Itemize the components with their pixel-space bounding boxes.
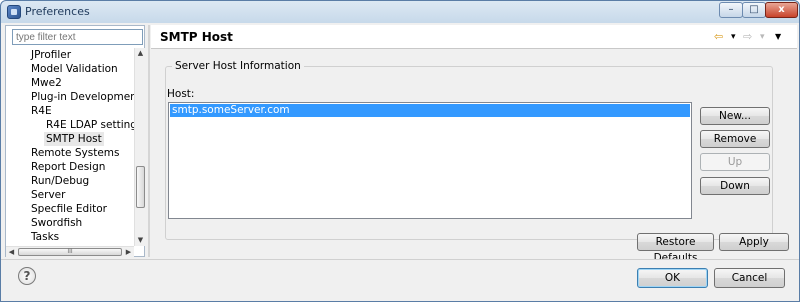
filter-input[interactable]: [12, 29, 143, 45]
tree-item-plugin-development[interactable]: Plug-in Development: [31, 90, 134, 104]
scroll-right-arrow-icon[interactable]: ▶: [123, 247, 134, 257]
cancel-button[interactable]: Cancel: [714, 268, 785, 288]
tree-item-jprofiler[interactable]: JProfiler: [31, 48, 71, 62]
dialog-footer: ? OK Cancel: [1, 259, 799, 301]
tree-horizontal-scrollbar[interactable]: ◀ III ▶: [6, 246, 134, 257]
new-button[interactable]: New...: [700, 107, 770, 125]
tree-item-remote-systems[interactable]: Remote Systems: [31, 146, 119, 160]
close-button[interactable]: x: [765, 2, 798, 18]
page-header: SMTP Host ⇦ ▾ ⇨ ▾ ▼: [151, 25, 797, 49]
scroll-left-arrow-icon[interactable]: ◀: [6, 247, 17, 257]
forward-dropdown-icon[interactable]: ▾: [760, 31, 765, 43]
scroll-up-arrow-icon[interactable]: ▲: [135, 48, 146, 59]
back-dropdown-icon[interactable]: ▾: [731, 31, 736, 43]
tree-item-server[interactable]: Server: [31, 188, 65, 202]
maximize-button[interactable]: □: [742, 2, 766, 18]
title-bar[interactable]: Preferences – □ x: [1, 1, 799, 23]
host-label: Host:: [167, 88, 195, 100]
vertical-scroll-thumb[interactable]: [136, 166, 145, 208]
tree-item-model-validation[interactable]: Model Validation: [31, 62, 118, 76]
pane-divider[interactable]: [148, 25, 150, 257]
tree-item-smtp-host[interactable]: SMTP Host: [44, 132, 104, 146]
tree-item-tasks[interactable]: Tasks: [31, 230, 59, 244]
host-list-item[interactable]: smtp.someServer.com: [170, 104, 690, 117]
host-list[interactable]: smtp.someServer.com: [168, 102, 692, 219]
tree-vertical-scrollbar[interactable]: ▲ ▼: [134, 48, 145, 246]
preferences-tree: JProfiler Model Validation Mwe2 Plug-in …: [6, 48, 134, 246]
horizontal-scroll-thumb[interactable]: III: [18, 248, 122, 256]
down-button[interactable]: Down: [700, 177, 770, 195]
minimize-button[interactable]: –: [719, 2, 743, 18]
tree-item-run-debug[interactable]: Run/Debug: [31, 174, 89, 188]
tree-item-report-design[interactable]: Report Design: [31, 160, 105, 174]
apply-button[interactable]: Apply: [719, 233, 789, 251]
tree-item-r4e[interactable]: R4E: [31, 104, 52, 118]
tree-item-swordfish[interactable]: Swordfish: [31, 216, 82, 230]
restore-defaults-button[interactable]: Restore Defaults: [637, 233, 714, 264]
tree-item-specfile-editor[interactable]: Specfile Editor: [31, 202, 107, 216]
help-icon[interactable]: ?: [18, 267, 36, 285]
tree-item-r4e-ldap-settings[interactable]: R4E LDAP settings: [46, 118, 134, 132]
back-arrow-icon[interactable]: ⇦: [714, 31, 723, 43]
app-icon: [7, 5, 21, 19]
ok-button[interactable]: OK: [637, 268, 708, 288]
forward-arrow-icon[interactable]: ⇨: [743, 31, 752, 43]
group-label: Server Host Information: [172, 60, 304, 72]
window-title: Preferences: [25, 5, 90, 18]
preference-page: SMTP Host ⇦ ▾ ⇨ ▾ ▼ Server Host Informat…: [151, 25, 797, 264]
view-menu-icon[interactable]: ▼: [775, 31, 781, 43]
remove-button[interactable]: Remove: [700, 130, 770, 148]
preferences-tree-pane: JProfiler Model Validation Mwe2 Plug-in …: [5, 25, 145, 257]
scroll-down-arrow-icon[interactable]: ▼: [135, 235, 146, 246]
up-button[interactable]: Up: [700, 153, 770, 171]
page-title: SMTP Host: [160, 30, 233, 44]
preferences-window: Preferences – □ x JProfiler Model Valida…: [0, 0, 800, 302]
tree-item-mwe2[interactable]: Mwe2: [31, 76, 62, 90]
